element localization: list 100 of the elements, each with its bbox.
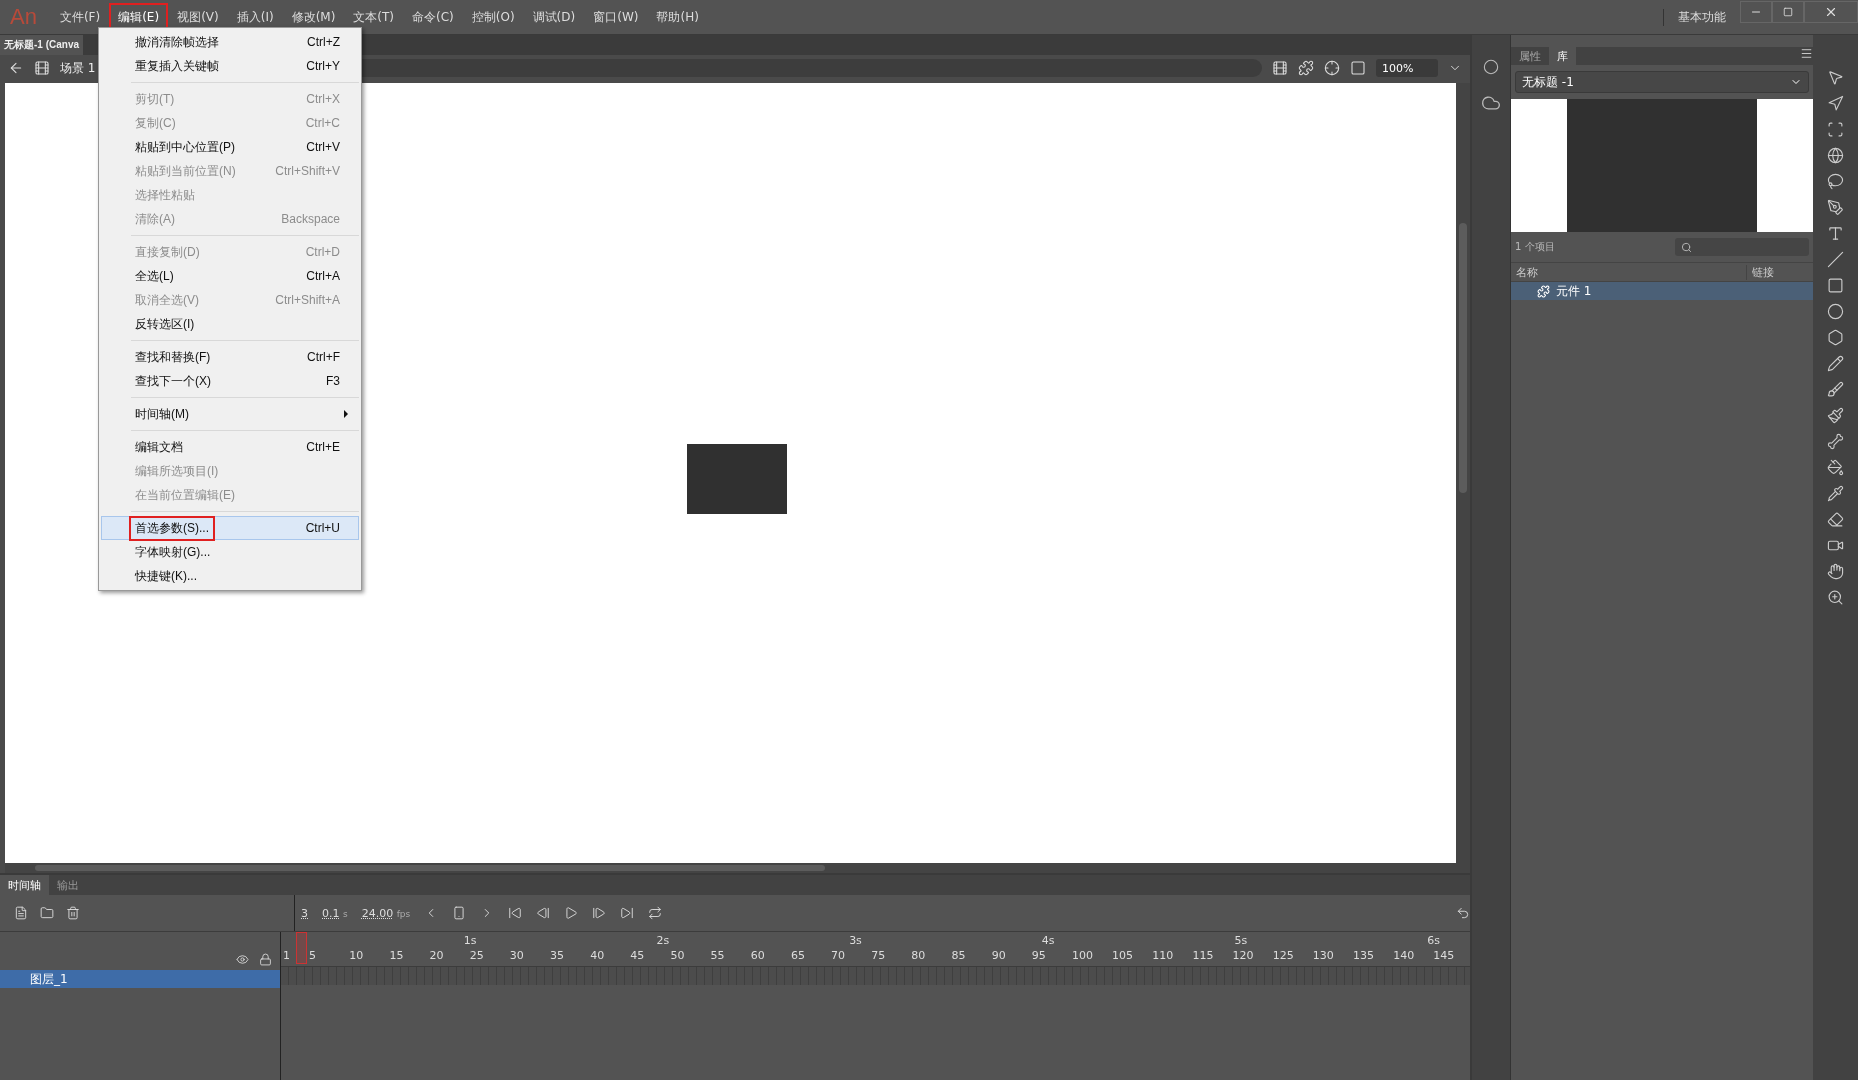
frame-label: 115 bbox=[1192, 949, 1214, 962]
frame-number[interactable]: 3 bbox=[301, 906, 308, 920]
polygon-icon[interactable] bbox=[1827, 329, 1844, 346]
menu-item[interactable]: 字体映射(G)... bbox=[101, 540, 359, 564]
pointer-icon[interactable] bbox=[1827, 69, 1844, 86]
library-item[interactable]: 元件 1 bbox=[1511, 282, 1813, 300]
zoom-field[interactable]: 100% bbox=[1376, 59, 1438, 77]
pen-icon[interactable] bbox=[1827, 199, 1844, 216]
eyedropper-icon[interactable] bbox=[1827, 485, 1844, 502]
play-icon[interactable] bbox=[564, 906, 579, 920]
maximize-button[interactable] bbox=[1772, 1, 1804, 23]
time-unit: s bbox=[343, 908, 348, 919]
zoom-icon[interactable] bbox=[1827, 589, 1844, 606]
lock-icon[interactable] bbox=[259, 953, 272, 966]
menu-icon[interactable] bbox=[1800, 47, 1813, 60]
workspace-switcher[interactable]: 基本功能 bbox=[1663, 8, 1740, 26]
menu-item[interactable]: 反转选区(I) bbox=[101, 312, 359, 336]
menu-item[interactable]: 控制(O) bbox=[462, 2, 524, 32]
frame-label: 90 bbox=[991, 949, 1006, 962]
first-frame-icon[interactable] bbox=[508, 906, 523, 920]
eraser-icon[interactable] bbox=[1827, 511, 1844, 528]
frame-label: 95 bbox=[1031, 949, 1046, 962]
panel-tab[interactable]: 输出 bbox=[49, 875, 87, 895]
column-header[interactable]: 链接 bbox=[1746, 264, 1813, 280]
paint-bucket-icon[interactable] bbox=[1827, 459, 1844, 476]
frame-label: 105 bbox=[1112, 949, 1134, 962]
bone-icon[interactable] bbox=[1827, 433, 1844, 450]
clapper-icon[interactable] bbox=[34, 60, 50, 76]
frame-label: 55 bbox=[710, 949, 725, 962]
scrollbar-thumb[interactable] bbox=[1459, 223, 1467, 493]
pencil-icon[interactable] bbox=[1827, 355, 1844, 372]
second-label: 2s bbox=[656, 934, 670, 947]
menu-item[interactable]: 全选(L) Ctrl+A bbox=[101, 264, 359, 288]
folder-icon[interactable] bbox=[40, 906, 54, 920]
frame-label: 50 bbox=[670, 949, 685, 962]
menu-item[interactable]: 文件(F) bbox=[50, 2, 110, 32]
crosshair-icon[interactable] bbox=[1324, 60, 1340, 76]
new-layer-icon[interactable] bbox=[14, 906, 28, 920]
transform-icon[interactable] bbox=[1827, 121, 1844, 138]
line-icon[interactable] bbox=[1827, 251, 1844, 268]
frame-label: 140 bbox=[1393, 949, 1415, 962]
menu-item[interactable]: 重复插入关键帧 Ctrl+Y bbox=[101, 54, 359, 78]
panel-tab[interactable]: 属性 bbox=[1511, 47, 1549, 65]
frame-label: 135 bbox=[1353, 949, 1374, 962]
last-frame-icon[interactable] bbox=[620, 906, 635, 920]
menu-item[interactable]: 调试(D) bbox=[523, 2, 585, 32]
menu-item[interactable]: 首选参数(S)... Ctrl+U bbox=[101, 516, 359, 540]
device-icon[interactable] bbox=[452, 906, 467, 920]
minimize-button[interactable] bbox=[1740, 1, 1772, 23]
rectangle-icon[interactable] bbox=[1827, 277, 1844, 294]
step-back-icon[interactable] bbox=[536, 906, 551, 920]
menu-item[interactable]: 时间轴(M) bbox=[101, 402, 359, 426]
reset-icon[interactable] bbox=[1456, 906, 1470, 920]
frame-label: 15 bbox=[389, 949, 404, 962]
menu-item[interactable]: 编辑文档 Ctrl+E bbox=[101, 435, 359, 459]
menu-item[interactable]: 粘贴到中心位置(P) Ctrl+V bbox=[101, 135, 359, 159]
time-value[interactable]: 0.1 bbox=[322, 906, 340, 920]
menu-item[interactable]: 快捷键(K)... bbox=[101, 564, 359, 588]
menu-item[interactable]: 撤消清除帧选择 Ctrl+Z bbox=[101, 30, 359, 54]
menu-item[interactable]: 查找和替换(F) Ctrl+F bbox=[101, 345, 359, 369]
hand-icon[interactable] bbox=[1827, 563, 1844, 580]
loop-icon[interactable] bbox=[648, 906, 663, 920]
panel-tab[interactable]: 时间轴 bbox=[0, 875, 49, 895]
scene-label: 场景 1 bbox=[60, 59, 96, 77]
trash-icon[interactable] bbox=[66, 906, 80, 920]
search-field[interactable] bbox=[1675, 238, 1809, 256]
ellipse-icon[interactable] bbox=[1827, 303, 1844, 320]
frame-label: 145 bbox=[1433, 949, 1455, 962]
column-header[interactable]: 名称 bbox=[1511, 264, 1746, 280]
second-label: 5s bbox=[1234, 934, 1248, 947]
fps-value[interactable]: 24.00 bbox=[361, 906, 394, 920]
clapper-icon[interactable] bbox=[1272, 60, 1288, 76]
frame-track[interactable] bbox=[281, 967, 1470, 985]
brush-icon[interactable] bbox=[1827, 381, 1844, 398]
frame-label: 40 bbox=[590, 949, 605, 962]
document-dropdown[interactable]: 无标题 -1 bbox=[1515, 71, 1809, 93]
frame-label: 110 bbox=[1152, 949, 1174, 962]
eye-icon[interactable] bbox=[236, 953, 249, 966]
globe-icon[interactable] bbox=[1827, 147, 1844, 164]
frame-label: 85 bbox=[951, 949, 966, 962]
frame-label: 65 bbox=[790, 949, 805, 962]
document-tab[interactable]: 无标题-1 (Canva bbox=[0, 35, 83, 55]
scrollbar-thumb[interactable] bbox=[35, 865, 825, 871]
menu-item[interactable]: 文本(T) bbox=[344, 2, 404, 32]
maximize-icon bbox=[1783, 7, 1793, 17]
menu-item[interactable]: 窗口(W) bbox=[584, 2, 648, 32]
step-forward-icon[interactable] bbox=[592, 906, 607, 920]
frame-label: 100 bbox=[1071, 949, 1093, 962]
paintbrush-icon[interactable] bbox=[1827, 407, 1844, 424]
lasso-icon[interactable] bbox=[1827, 173, 1844, 190]
panel-tab[interactable]: 库 bbox=[1549, 47, 1576, 65]
menu-item[interactable]: 命令(C) bbox=[403, 2, 463, 32]
back-icon[interactable] bbox=[8, 60, 24, 76]
text-icon[interactable] bbox=[1827, 225, 1844, 242]
menu-item[interactable]: 查找下一个(X) F3 bbox=[101, 369, 359, 393]
menu-item[interactable]: 帮助(H) bbox=[647, 2, 708, 32]
arrow-icon[interactable] bbox=[1827, 95, 1844, 112]
frame-label: 10 bbox=[349, 949, 364, 962]
cloud-icon[interactable] bbox=[1481, 93, 1501, 113]
layer-row[interactable]: 图层_1 bbox=[0, 970, 280, 988]
